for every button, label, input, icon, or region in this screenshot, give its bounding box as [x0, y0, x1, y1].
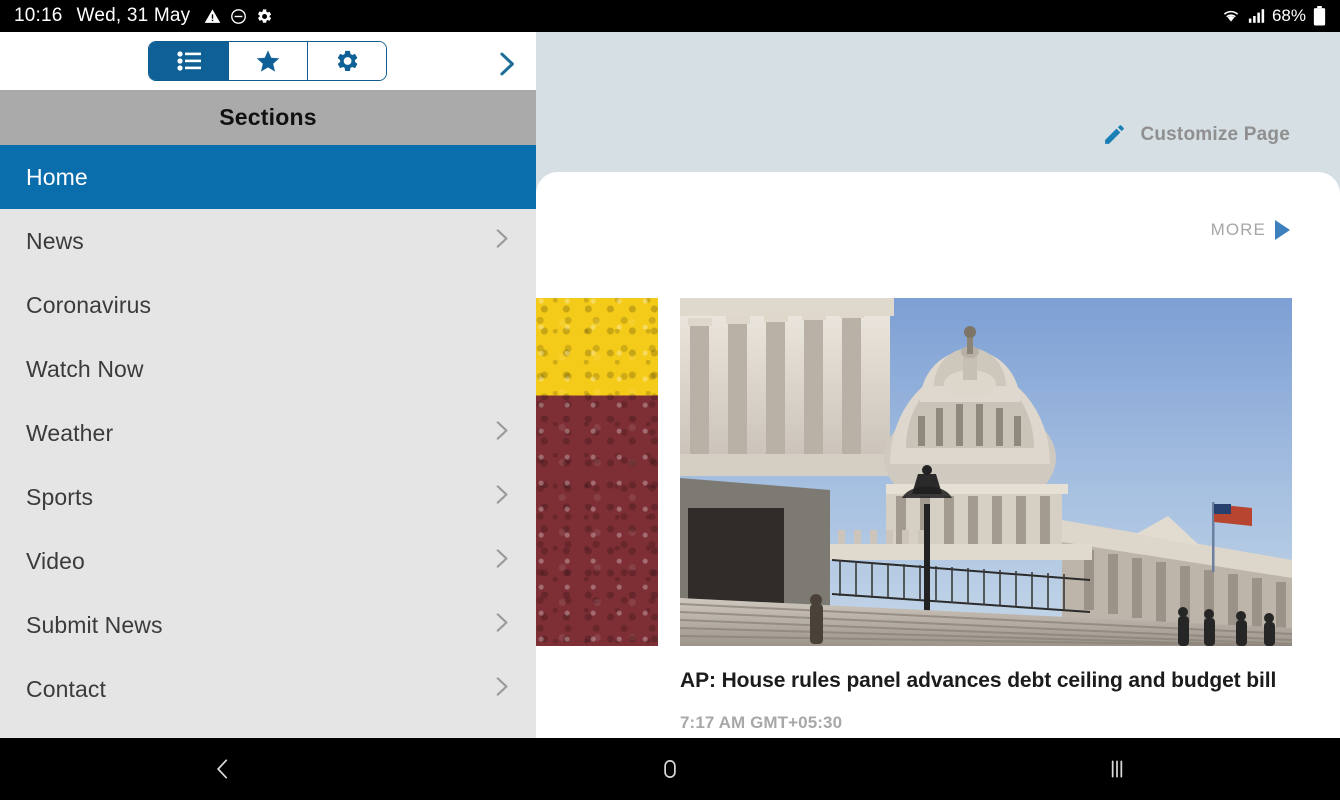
app-root: 10:16 Wed, 31 May 68% Customize Page MOR… [0, 0, 1340, 800]
chevron-right-icon [488, 482, 514, 513]
sidebar-item-label: Watch Now [26, 355, 144, 382]
app-content: Customize Page MORE AP: House rules pane… [0, 32, 1340, 738]
android-navigation-bar [0, 738, 1340, 800]
sidebar-item-home[interactable]: Home [0, 145, 536, 209]
sidebar-item-label: Submit News [26, 611, 163, 638]
pencil-icon [1105, 125, 1125, 144]
status-bar-right: 68% [1221, 6, 1326, 26]
status-bar-notification-icons [204, 8, 273, 25]
nav-back-button[interactable] [163, 738, 283, 800]
featured-article-headline[interactable]: AP: House rules panel advances debt ceil… [680, 669, 1300, 693]
sidebar-item-label: Home [26, 163, 88, 190]
drawer-collapse-button[interactable] [492, 50, 520, 83]
play-triangle-icon [1275, 220, 1290, 240]
sidebar-item-label: Sports [26, 483, 94, 510]
feed-media-row [536, 298, 1340, 646]
customize-page-label: Customize Page [1140, 123, 1290, 145]
sidebar-item-video[interactable]: Video [0, 529, 536, 593]
star-icon [256, 50, 280, 72]
sidebar-item-label: Video [26, 547, 85, 574]
sections-nav-list: Home News Coronavirus Watch Now Weather Sport… [0, 145, 536, 721]
drawer-mode-segmented-control[interactable] [148, 41, 387, 81]
us-capitol-illustration [680, 298, 1292, 646]
chevron-right-icon [488, 546, 514, 577]
sections-title: Sections [219, 104, 317, 130]
chevron-right-icon [488, 674, 514, 705]
segment-settings[interactable] [307, 42, 386, 80]
do-not-disturb-icon [231, 8, 247, 24]
adjacent-article-thumbnail[interactable] [536, 298, 658, 646]
sidebar-item-watch-now[interactable]: Watch Now [0, 337, 536, 401]
battery-icon [1313, 6, 1326, 26]
list-icon [176, 51, 201, 71]
sections-header: Sections [0, 90, 536, 145]
sidebar-item-weather[interactable]: Weather [0, 401, 536, 465]
more-label: MORE [1210, 220, 1266, 239]
sidebar-item-label: News [26, 227, 84, 254]
cellular-signal-icon [1248, 9, 1265, 23]
home-feed-card: MORE AP: House rules panel advances debt… [536, 172, 1340, 738]
sections-drawer: Sections Home News Coronavirus Watch Now Wea… [0, 32, 536, 738]
more-button[interactable]: MORE [1211, 220, 1290, 240]
gear-icon [337, 50, 358, 71]
nav-recents-button[interactable] [1057, 738, 1177, 800]
featured-article-timestamp: 7:17 AM GMT+05:30 [680, 713, 843, 732]
sidebar-item-coronavirus[interactable]: Coronavirus [0, 273, 536, 337]
status-bar-left: 10:16 Wed, 31 May [14, 5, 273, 27]
chevron-right-icon [488, 610, 514, 641]
featured-article-image[interactable] [680, 298, 1292, 646]
sidebar-item-label: Contact [26, 675, 106, 702]
sidebar-item-news[interactable]: News [0, 209, 536, 273]
sidebar-item-label: Coronavirus [26, 291, 152, 318]
segment-favorites[interactable] [228, 42, 307, 80]
status-bar-time: 10:16 [14, 5, 63, 26]
system-status-bar: 10:16 Wed, 31 May 68% [0, 0, 1340, 32]
home-icon [664, 760, 676, 778]
warning-triangle-icon [205, 8, 221, 23]
recents-icon [1111, 760, 1122, 778]
wifi-icon [1223, 10, 1239, 22]
drawer-toolbar [0, 32, 536, 90]
back-chevron-icon [217, 759, 228, 779]
customize-page-button[interactable]: Customize Page [1102, 122, 1290, 147]
sidebar-item-label: Weather [26, 419, 114, 446]
nav-home-button[interactable] [610, 738, 730, 800]
chevron-right-icon [500, 52, 514, 76]
battery-percentage: 68% [1271, 6, 1306, 25]
sidebar-item-submit-news[interactable]: Submit News [0, 593, 536, 657]
sidebar-item-sports[interactable]: Sports [0, 465, 536, 529]
segment-list[interactable] [149, 42, 228, 80]
sidebar-item-contact[interactable]: Contact [0, 657, 536, 721]
gear-icon [258, 8, 272, 23]
chevron-right-icon [488, 418, 514, 449]
chevron-right-icon [488, 226, 514, 257]
status-bar-date: Wed, 31 May [76, 5, 191, 26]
